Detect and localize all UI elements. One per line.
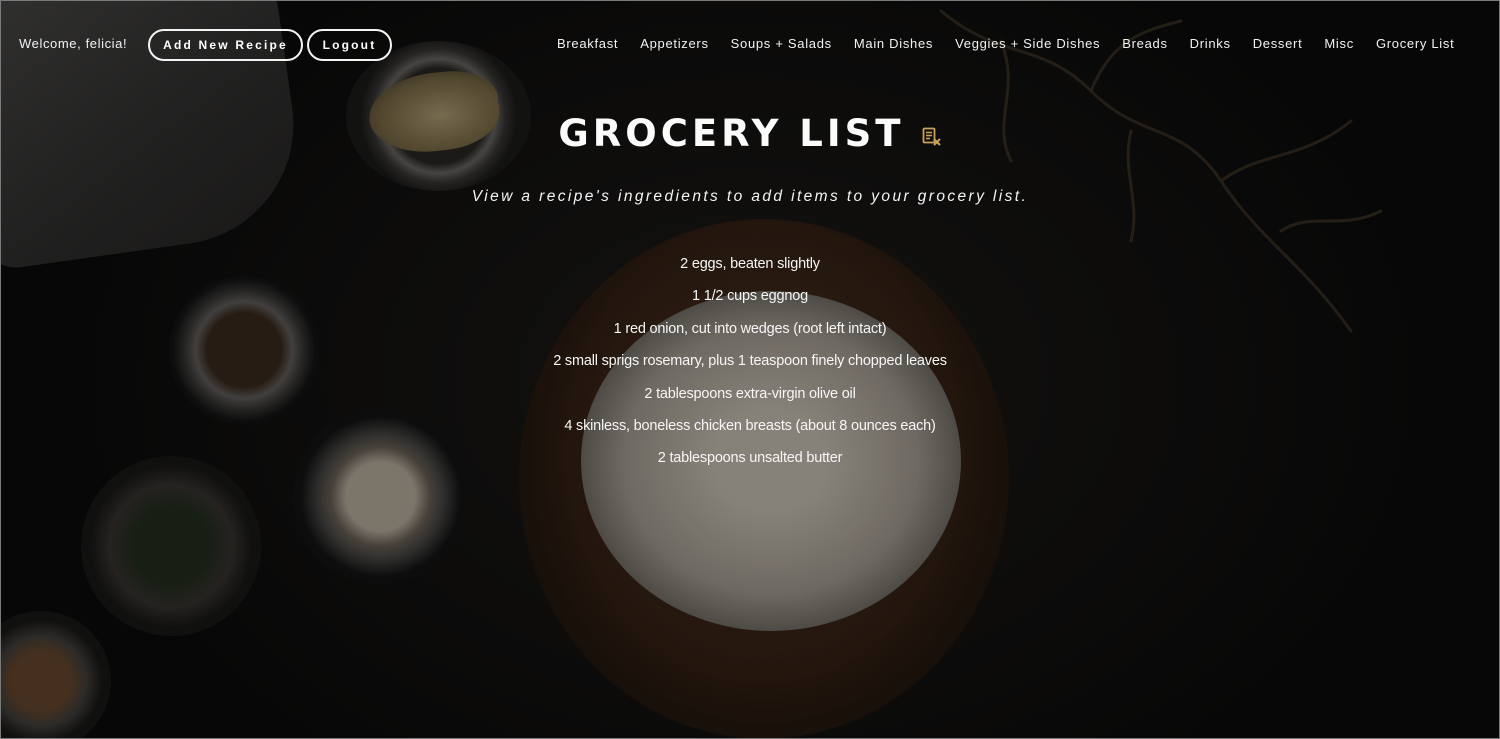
logout-button[interactable]: Logout (307, 29, 392, 61)
grocery-item: 2 eggs, beaten slightly (680, 256, 820, 272)
nav-item-appetizers[interactable]: Appetizers (640, 36, 708, 51)
grocery-item: 2 small sprigs rosemary, plus 1 teaspoon… (553, 353, 947, 370)
nav-item-grocery-list[interactable]: Grocery List (1376, 36, 1454, 51)
background-bowl (81, 456, 261, 636)
page-subtitle: View a recipe's ingredients to add items… (471, 188, 1029, 205)
nav-item-misc[interactable]: Misc (1324, 36, 1354, 51)
background-bowl (1, 611, 111, 738)
page-title: GROCERY LIST (558, 112, 905, 155)
nav-item-dessert[interactable]: Dessert (1253, 36, 1303, 51)
nav-item-soups-salads[interactable]: Soups + Salads (731, 36, 832, 51)
nav-item-veggies-side-dishes[interactable]: Veggies + Side Dishes (955, 36, 1100, 51)
top-bar: Welcome, felicia! Add New Recipe Logout … (0, 0, 1500, 88)
nav-item-breakfast[interactable]: Breakfast (557, 36, 618, 51)
main-nav: Breakfast Appetizers Soups + Salads Main… (557, 36, 1454, 51)
nav-item-main-dishes[interactable]: Main Dishes (854, 36, 933, 51)
add-new-recipe-button[interactable]: Add New Recipe (148, 29, 303, 61)
clear-list-icon[interactable] (922, 127, 942, 151)
welcome-message: Welcome, felicia! (19, 36, 128, 51)
title-row: GROCERY LIST (0, 112, 1500, 155)
grocery-item: 1 red onion, cut into wedges (root left … (613, 320, 887, 337)
grocery-items-list: 2 eggs, beaten slightly 1 1/2 cups eggno… (0, 251, 1500, 478)
grocery-item: 1 1/2 cups eggnog (692, 288, 808, 305)
grocery-item: 2 tablespoons unsalted butter (657, 450, 843, 467)
grocery-item: 2 tablespoons extra-virgin olive oil (644, 385, 856, 402)
nav-item-breads[interactable]: Breads (1122, 36, 1167, 51)
nav-item-drinks[interactable]: Drinks (1190, 36, 1231, 51)
grocery-item: 4 skinless, boneless chicken breasts (ab… (564, 417, 936, 434)
